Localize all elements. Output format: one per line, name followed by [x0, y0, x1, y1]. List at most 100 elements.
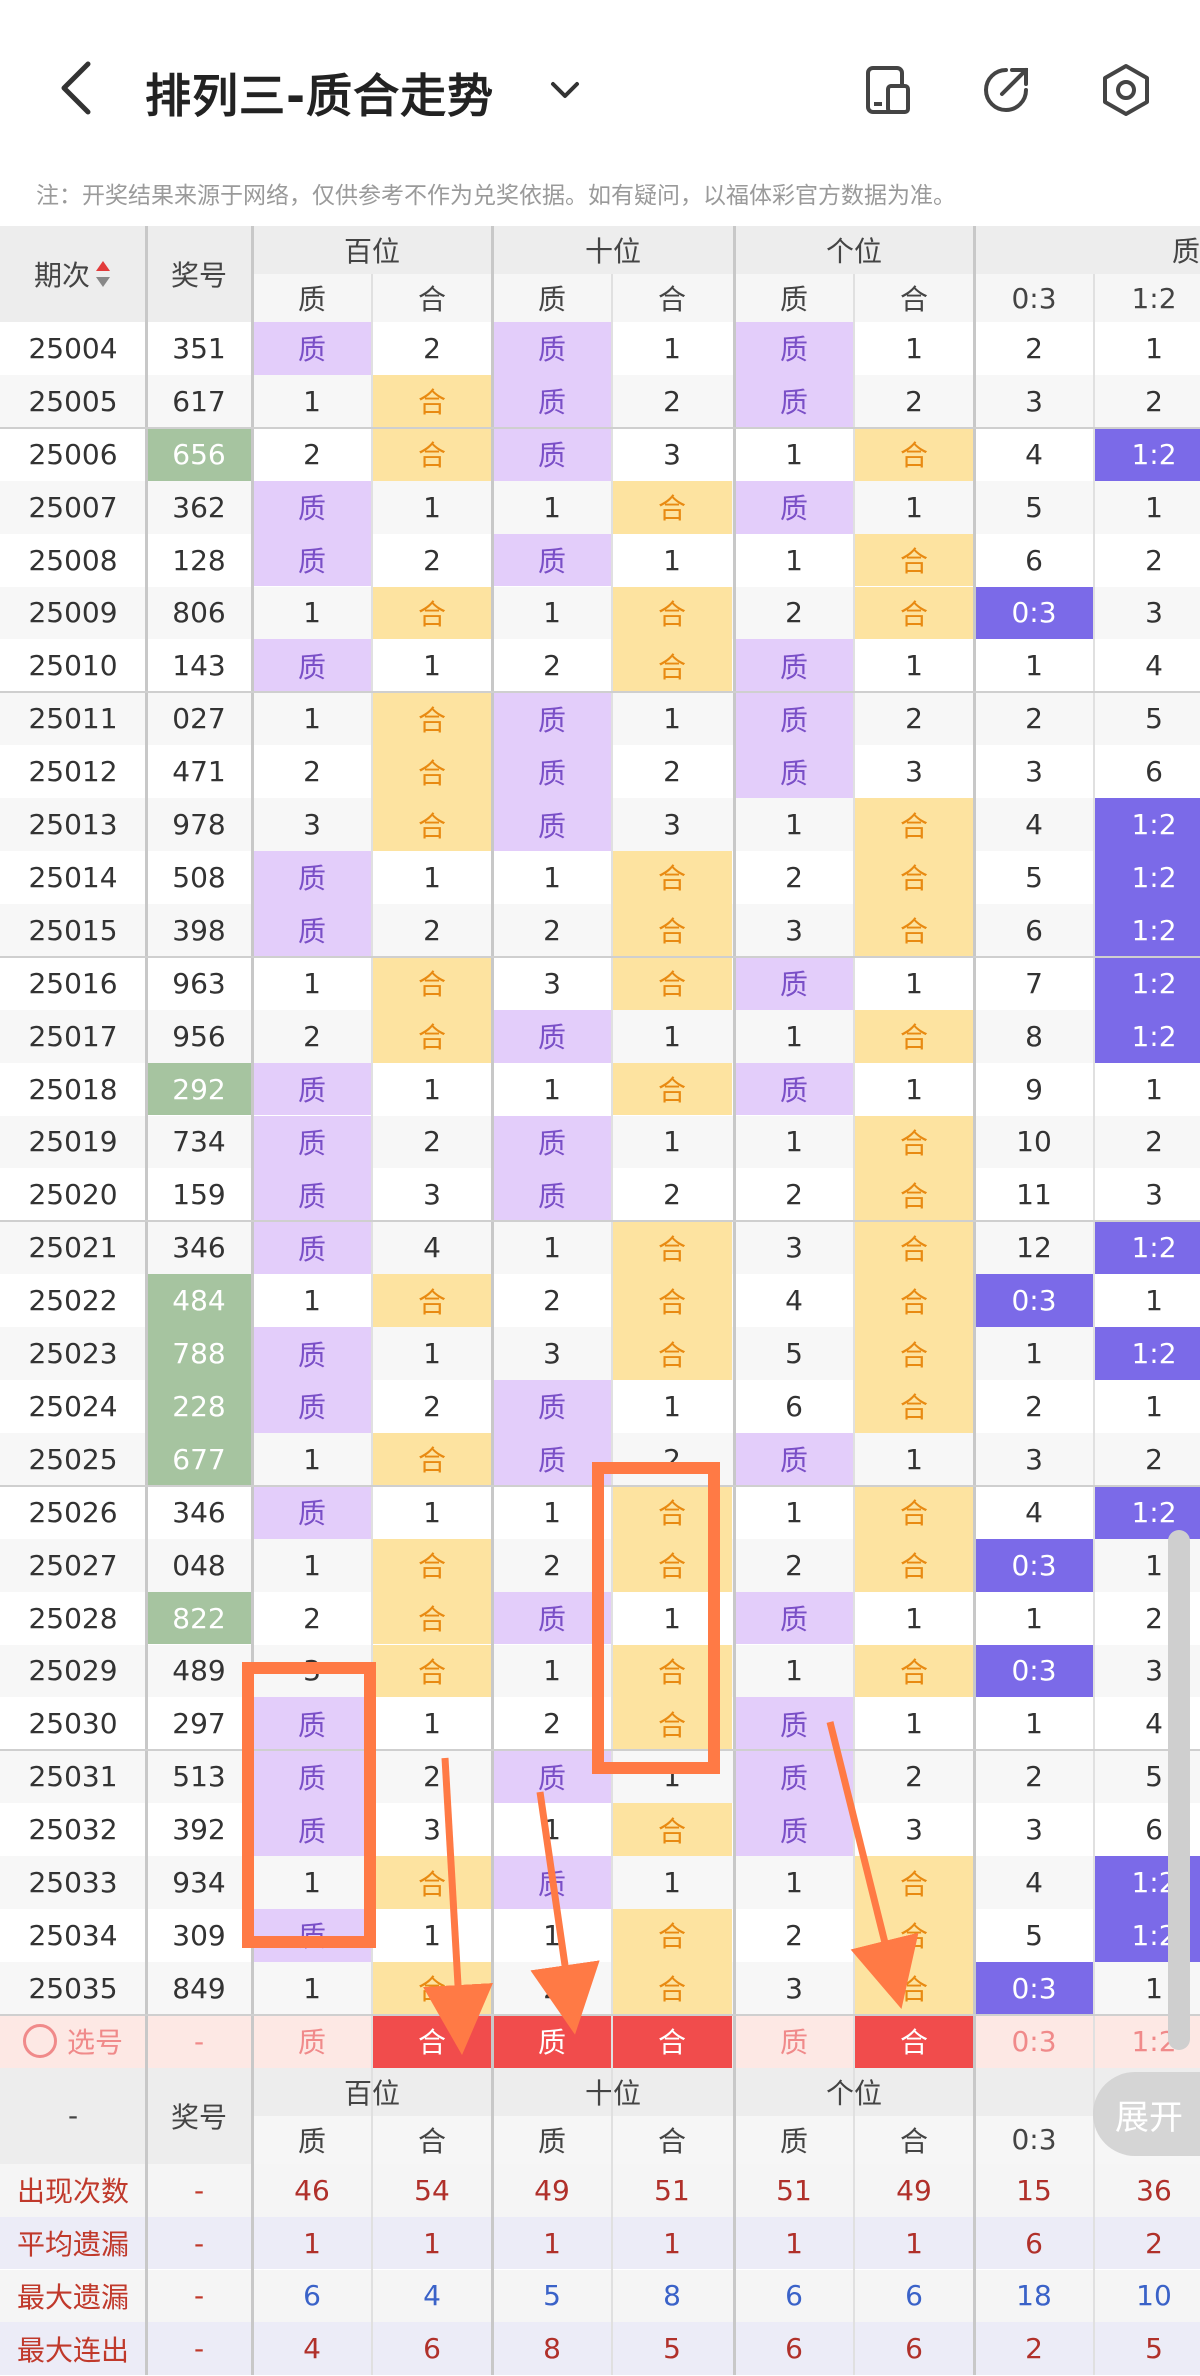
trend-cell: 3: [905, 755, 923, 789]
trend-cell: 质: [252, 1909, 372, 1962]
trend-cell: 质: [734, 1591, 854, 1645]
phone-tablet-icon[interactable]: [860, 62, 916, 118]
trend-cell: 合: [854, 798, 974, 851]
period-cell: 25030: [28, 1707, 118, 1741]
trend-cell: 1: [543, 1918, 561, 1952]
trend-cell: 11: [1016, 1178, 1052, 1212]
trend-cell: 1:2: [1094, 427, 1200, 481]
trend-cell: 质: [492, 1591, 612, 1645]
select-cell[interactable]: 合: [612, 2014, 732, 2068]
trend-cell: 5: [785, 1337, 803, 1371]
trend-cell: 1: [303, 702, 321, 736]
trend-cell: 1: [303, 1442, 321, 1476]
trend-cell: 2: [1145, 543, 1163, 577]
grid-line: [145, 226, 148, 2376]
trend-cell: 2: [905, 702, 923, 736]
trend-cell: 0:3: [974, 586, 1094, 640]
trend-cell: 3: [423, 1178, 441, 1212]
stats-dash: -: [193, 2226, 205, 2260]
period-cell: 25004: [28, 331, 118, 365]
trend-cell: 质: [734, 374, 854, 428]
trend-cell: 质: [492, 427, 612, 481]
expand-button[interactable]: 展开: [1093, 2072, 1200, 2156]
trend-cell: 1:2: [1094, 798, 1200, 851]
trend-cell: 3: [1025, 1442, 1043, 1476]
period-cell: 25032: [28, 1813, 118, 1847]
trend-cell: 3: [543, 966, 561, 1000]
trend-cell: 6: [1145, 755, 1163, 789]
trend-cell: 1: [423, 490, 441, 524]
trend-cell: 1: [1145, 1284, 1163, 1318]
vertical-scrollbar[interactable]: [1168, 1530, 1190, 2050]
trend-cell: 质: [252, 851, 372, 904]
trend-cell: 3: [1025, 384, 1043, 418]
trend-cell: 合: [612, 480, 732, 534]
page-title[interactable]: 排列三-质合走势: [145, 60, 494, 126]
period-cell: 25014: [28, 860, 118, 894]
trend-cell: 质: [492, 533, 612, 587]
trend-cell: 1:2: [1094, 1327, 1200, 1380]
select-cell[interactable]: 合: [854, 2014, 974, 2068]
trend-cell: 合: [854, 1009, 974, 1063]
trend-cell: 1: [423, 1918, 441, 1952]
trend-cell: 合: [854, 1221, 974, 1275]
settings-icon[interactable]: [1098, 62, 1154, 118]
number-cell: 934: [172, 1866, 226, 1900]
footer-sub-0: 质: [297, 2124, 326, 2158]
top-bar: 排列三-质合走势 注：开奖结果来源于网络，仅供参考不作为兑奖依据。如有疑问，以福…: [0, 0, 1200, 209]
trend-cell: 1: [785, 543, 803, 577]
number-cell: 484: [146, 1274, 252, 1328]
period-cell: 25013: [28, 808, 118, 842]
select-cell[interactable]: 质: [252, 2015, 372, 2068]
sort-icon[interactable]: [94, 259, 112, 289]
stats-value: 4: [423, 2279, 441, 2313]
trend-cell: 2: [663, 384, 681, 418]
select-cell[interactable]: 0:3: [974, 2015, 1094, 2068]
stats-value: 4: [303, 2332, 321, 2366]
header-sub-2: 质: [537, 283, 566, 316]
period-cell: 25029: [28, 1654, 118, 1688]
number-cell: 806: [172, 596, 226, 630]
select-cell[interactable]: 质: [734, 2015, 854, 2068]
share-icon[interactable]: [978, 62, 1034, 118]
trend-cell: 2: [303, 437, 321, 471]
trend-cell: 1: [423, 1337, 441, 1371]
trend-cell: 3: [1025, 755, 1043, 789]
period-cell: 25023: [28, 1337, 118, 1371]
number-cell: 159: [172, 1178, 226, 1212]
trend-cell: 合: [372, 1538, 492, 1592]
stats-value: 6: [785, 2332, 803, 2366]
number-cell: 513: [172, 1760, 226, 1794]
back-arrow-icon[interactable]: [50, 58, 110, 118]
number-cell: 128: [172, 543, 226, 577]
select-row-label[interactable]: 选号: [0, 2015, 146, 2068]
footer-sub-6: 0:3: [1011, 2123, 1057, 2157]
chevron-down-icon[interactable]: [545, 70, 585, 110]
select-cell[interactable]: 合: [372, 2014, 492, 2068]
header-sub-7: 1:2: [1131, 281, 1177, 315]
trend-cell: 合: [854, 1380, 974, 1433]
trend-cell: 1: [905, 1442, 923, 1476]
trend-cell: 质: [492, 745, 612, 799]
trend-cell: 质: [734, 639, 854, 693]
number-cell: 788: [146, 1327, 252, 1380]
select-cell[interactable]: 质: [492, 2014, 612, 2068]
period-cell: 25015: [28, 913, 118, 947]
disclaimer-notice: 注：开奖结果来源于网络，仅供参考不作为兑奖依据。如有疑问，以福体彩官方数据为准。: [36, 183, 956, 209]
trend-cell: 合: [612, 586, 732, 640]
trend-cell: 1: [905, 490, 923, 524]
trend-cell: 6: [785, 1389, 803, 1423]
header-period[interactable]: 期次: [0, 226, 146, 322]
trend-cell: 3: [1145, 596, 1163, 630]
trend-cell: 1: [785, 437, 803, 471]
period-cell: 25018: [28, 1072, 118, 1106]
grid-line: [371, 274, 373, 2376]
trend-cell: 1:2: [1094, 1221, 1200, 1275]
trend-cell: 10: [1016, 1125, 1052, 1159]
radio-icon[interactable]: [22, 2024, 57, 2059]
trend-cell: 质: [734, 322, 854, 375]
trend-cell: 质: [252, 639, 372, 693]
trend-cell: 0:3: [974, 1644, 1094, 1698]
number-cell: 351: [172, 331, 226, 365]
trend-cell: 质: [492, 692, 612, 746]
